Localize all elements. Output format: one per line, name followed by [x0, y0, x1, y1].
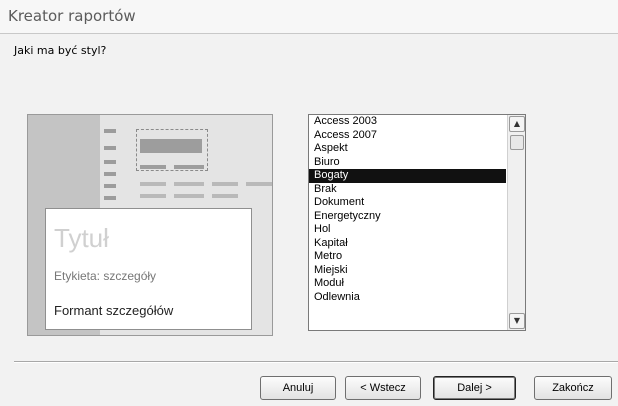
preview-tab — [104, 129, 116, 133]
preview-tab — [104, 172, 116, 176]
preview-line — [140, 194, 166, 198]
list-item[interactable]: Dokument — [309, 196, 506, 210]
list-item[interactable]: Access 2003 — [309, 115, 506, 129]
preview-line — [174, 194, 204, 198]
separator — [14, 361, 618, 363]
title-bar: Kreator raportów — [0, 0, 618, 34]
list-item[interactable]: Odlewnia — [309, 291, 506, 305]
scroll-down-icon[interactable]: ▼ — [509, 313, 525, 329]
style-listbox[interactable]: Access 2003 Access 2007 Aspekt Biuro Bogaty B… — [308, 114, 526, 331]
preview-card: Tytuł Etykieta: szczegóły Formant szczeg… — [45, 208, 252, 330]
preview-header-block — [140, 139, 202, 153]
preview-tab — [104, 160, 116, 164]
preview-tab — [104, 146, 116, 150]
preview-line — [246, 182, 272, 186]
finish-button[interactable]: Zakończ — [534, 376, 612, 400]
preview-field-block — [174, 165, 204, 169]
preview-line — [212, 194, 238, 198]
list-item[interactable]: Bogaty — [309, 169, 506, 183]
list-item[interactable]: Metro — [309, 250, 506, 264]
back-button[interactable]: < Wstecz — [345, 376, 421, 400]
preview-line — [140, 182, 166, 186]
preview-title: Tytuł — [54, 223, 109, 253]
window-title: Kreator raportów — [8, 7, 136, 25]
style-list: Access 2003 Access 2007 Aspekt Biuro Bogaty B… — [309, 115, 506, 304]
preview-tab — [104, 196, 116, 200]
list-item[interactable]: Access 2007 — [309, 129, 506, 143]
list-item[interactable]: Moduł — [309, 277, 506, 291]
style-preview: Tytuł Etykieta: szczegóły Formant szczeg… — [27, 114, 273, 336]
preview-line — [212, 182, 238, 186]
cancel-button[interactable]: Anuluj — [260, 376, 336, 400]
next-button[interactable]: Dalej > — [433, 376, 516, 400]
list-item[interactable]: Energetyczny — [309, 210, 506, 224]
list-item[interactable]: Aspekt — [309, 142, 506, 156]
preview-control: Formant szczegółów — [54, 303, 174, 318]
scroll-thumb[interactable] — [510, 135, 524, 150]
preview-field-block — [140, 165, 166, 169]
list-item[interactable]: Brak — [309, 183, 506, 197]
list-item[interactable]: Kapitał — [309, 237, 506, 251]
preview-label: Etykieta: szczegóły — [54, 269, 157, 283]
list-item[interactable]: Miejski — [309, 264, 506, 278]
preview-line — [174, 182, 204, 186]
preview-tab — [104, 184, 116, 188]
style-question: Jaki ma być styl? — [14, 44, 107, 57]
scrollbar[interactable]: ▲ ▼ — [507, 115, 525, 330]
list-item[interactable]: Hol — [309, 223, 506, 237]
scroll-up-icon[interactable]: ▲ — [509, 116, 525, 132]
list-item[interactable]: Biuro — [309, 156, 506, 170]
